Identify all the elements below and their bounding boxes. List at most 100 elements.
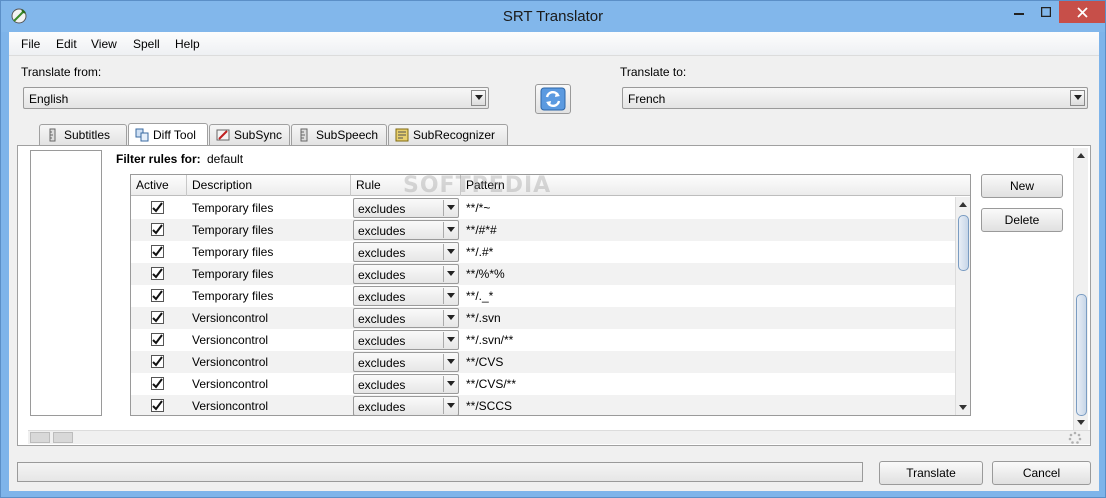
table-row[interactable]: Versioncontrol excludes **/CVS/** [131,373,956,395]
rule-value: excludes [358,202,406,216]
rule-select[interactable]: excludes [353,198,459,218]
rule-select[interactable]: excludes [353,374,459,394]
menu-file[interactable]: File [21,37,40,51]
pattern-cell: **/._* [466,289,494,303]
maximize-button[interactable] [1033,1,1059,23]
menu-help[interactable]: Help [175,37,200,51]
active-checkbox[interactable] [151,223,164,236]
minimize-button[interactable] [1005,1,1033,23]
chevron-down-icon[interactable] [443,398,457,414]
rule-select[interactable]: excludes [353,308,459,328]
window-title: SRT Translator [502,8,604,25]
table-row[interactable]: Temporary files excludes **/.#* [131,241,956,263]
chevron-down-icon[interactable] [1070,90,1085,106]
scroll-thumb[interactable] [1076,294,1087,416]
scroll-thumb[interactable] [53,432,73,443]
translate-from-select[interactable]: English [23,87,489,109]
ruler-icon [49,128,56,142]
rule-select[interactable]: excludes [353,242,459,262]
profile-list[interactable] [30,150,102,416]
diff-icon [135,128,149,141]
active-checkbox[interactable] [151,333,164,346]
menu-spell[interactable]: Spell [133,37,160,51]
menu-view[interactable]: View [91,37,117,51]
tab-subspeech[interactable]: SubSpeech [291,124,387,145]
sync-icon [216,129,230,141]
scroll-up-icon[interactable] [956,197,970,212]
table-row[interactable]: Temporary files excludes **/%*% [131,263,956,285]
chevron-down-icon[interactable] [471,90,486,106]
pattern-cell: **/.svn/** [466,333,514,347]
maximize-icon [1041,7,1051,17]
panel-scrollbar[interactable] [1073,148,1088,430]
column-header-rule[interactable]: Rule [351,175,461,196]
active-checkbox[interactable] [151,399,164,412]
table-row[interactable]: Versioncontrol excludes **/SCCS [131,395,956,415]
translate-to-select[interactable]: French [622,87,1088,109]
tab-subsync[interactable]: SubSync [209,124,290,145]
title-bar[interactable]: SRT Translator [1,1,1105,32]
client-area: File Edit View Spell Help Translate from… [9,32,1099,491]
checkmark-icon [152,312,163,323]
chevron-down-icon[interactable] [443,354,457,370]
pattern-cell: **/SCCS [466,399,513,413]
chevron-down-icon[interactable] [443,288,457,304]
rule-select[interactable]: excludes [353,330,459,350]
chevron-down-icon[interactable] [443,200,457,216]
new-button[interactable]: New [981,174,1063,198]
minimize-icon [1014,13,1024,15]
rule-value: excludes [358,312,406,326]
scroll-thumb[interactable] [958,215,969,271]
table-row[interactable]: Temporary files excludes **/*~ [131,197,956,219]
rule-select[interactable]: excludes [353,264,459,284]
chevron-down-icon[interactable] [443,376,457,392]
checkmark-icon [152,334,163,345]
active-checkbox[interactable] [151,245,164,258]
active-checkbox[interactable] [151,267,164,280]
column-header-pattern[interactable]: Pattern [461,175,970,196]
tab-diff-tool[interactable]: Diff Tool [128,123,208,145]
active-checkbox[interactable] [151,355,164,368]
scroll-down-icon[interactable] [1074,415,1088,430]
active-cell [131,373,187,395]
table-row[interactable]: Versioncontrol excludes **/CVS [131,351,956,373]
active-checkbox[interactable] [151,289,164,302]
tab-subrecognizer[interactable]: SubRecognizer [388,124,508,145]
table-scrollbar[interactable] [955,197,970,415]
table-row[interactable]: Temporary files excludes **/#*# [131,219,956,241]
table-row[interactable]: Temporary files excludes **/._* [131,285,956,307]
description-cell: Versioncontrol [192,377,269,391]
cancel-button[interactable]: Cancel [992,461,1091,485]
rule-select[interactable]: excludes [353,352,459,372]
rule-select[interactable]: excludes [353,286,459,306]
menu-edit[interactable]: Edit [56,37,77,51]
chevron-down-icon[interactable] [443,332,457,348]
swap-languages-button[interactable] [535,84,571,114]
column-header-active[interactable]: Active [131,175,187,196]
chevron-down-icon[interactable] [443,244,457,260]
active-cell [131,307,187,329]
scroll-thumb[interactable] [30,432,50,443]
filter-rules-table: Active Description Rule Pattern Temporar… [130,174,971,416]
pattern-cell: **/%*% [466,267,505,281]
table-row[interactable]: Versioncontrol excludes **/.svn [131,307,956,329]
description-cell: Versioncontrol [192,399,269,413]
scroll-down-icon[interactable] [956,400,970,415]
chevron-down-icon[interactable] [443,310,457,326]
horizontal-scrollbar[interactable] [28,430,1090,444]
chevron-down-icon[interactable] [443,222,457,238]
delete-button[interactable]: Delete [981,208,1063,232]
active-checkbox[interactable] [151,377,164,390]
tab-subtitles[interactable]: Subtitles [39,124,127,145]
active-checkbox[interactable] [151,311,164,324]
scroll-up-icon[interactable] [1074,148,1088,163]
active-checkbox[interactable] [151,201,164,214]
chevron-down-icon[interactable] [443,266,457,282]
tab-subspeech-label: SubSpeech [316,128,379,142]
column-header-description[interactable]: Description [187,175,351,196]
close-button[interactable] [1059,1,1105,23]
rule-select[interactable]: excludes [353,220,459,240]
translate-button[interactable]: Translate [879,461,983,485]
rule-select[interactable]: excludes [353,396,459,415]
table-row[interactable]: Versioncontrol excludes **/.svn/** [131,329,956,351]
